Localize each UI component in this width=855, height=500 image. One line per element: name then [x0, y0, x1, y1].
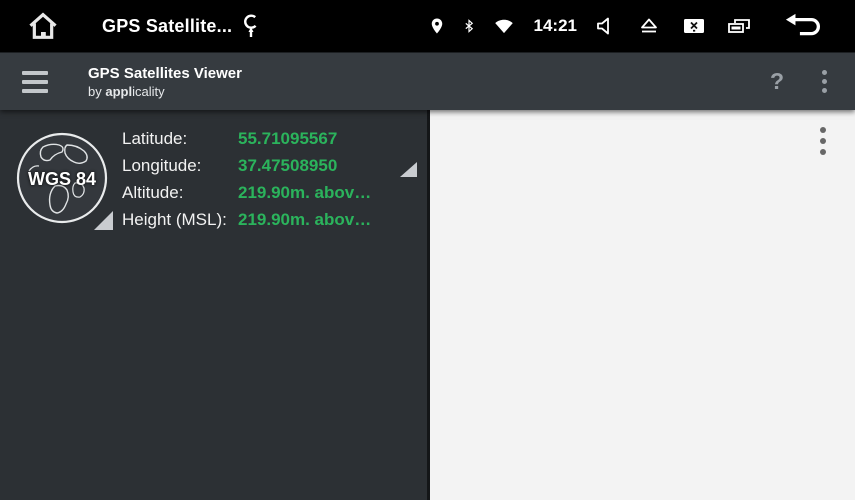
eject-icon[interactable]	[635, 14, 663, 38]
height-msl-label: Height (MSL):	[122, 210, 238, 230]
longitude-value: 37.47508950	[238, 156, 371, 176]
altitude-label: Altitude:	[122, 183, 238, 203]
skyplot	[430, 110, 855, 500]
altitude-value: 219.90m. abov…	[238, 183, 371, 203]
app-title-block: GPS Satellites Viewer by applicality	[88, 65, 242, 99]
volume-icon[interactable]	[593, 14, 619, 38]
gps-fix-icon	[242, 13, 260, 39]
status-bar-title: GPS Satellite...	[102, 16, 232, 37]
help-button[interactable]: ?	[770, 68, 784, 95]
panel-collapse-handle-icon[interactable]	[400, 162, 417, 177]
info-panel: WGS 84 Latitude: 55.71095567 Longitude: …	[0, 110, 427, 500]
back-icon[interactable]	[783, 12, 827, 40]
screen-off-icon[interactable]	[679, 14, 709, 38]
app-title: GPS Satellites Viewer	[88, 65, 242, 82]
menu-icon[interactable]	[22, 71, 48, 93]
location-icon	[428, 15, 446, 37]
clock: 14:21	[534, 16, 577, 36]
skyplot-panel	[430, 110, 855, 500]
height-msl-value: 219.90m. abov…	[238, 210, 371, 230]
screen: GPS Satellite... 14:21	[0, 0, 855, 500]
content: WGS 84 Latitude: 55.71095567 Longitude: …	[0, 110, 855, 500]
datum-globe-icon: WGS 84	[15, 131, 109, 225]
bluetooth-icon	[462, 15, 476, 37]
app-subtitle: by applicality	[88, 84, 242, 99]
status-bar: GPS Satellite... 14:21	[0, 0, 855, 52]
home-button-icon[interactable]	[26, 10, 60, 42]
app-bar: GPS Satellites Viewer by applicality ?	[0, 52, 855, 110]
recent-apps-icon[interactable]	[725, 14, 753, 38]
skyplot-overflow-icon[interactable]	[820, 127, 826, 155]
latitude-value: 55.71095567	[238, 129, 371, 149]
datum-label: WGS 84	[15, 169, 109, 190]
coordinates-block: Latitude: 55.71095567 Longitude: 37.4750…	[122, 129, 371, 230]
longitude-label: Longitude:	[122, 156, 238, 176]
overflow-menu-icon[interactable]	[822, 70, 827, 93]
wifi-icon	[492, 16, 516, 36]
latitude-label: Latitude:	[122, 129, 238, 149]
